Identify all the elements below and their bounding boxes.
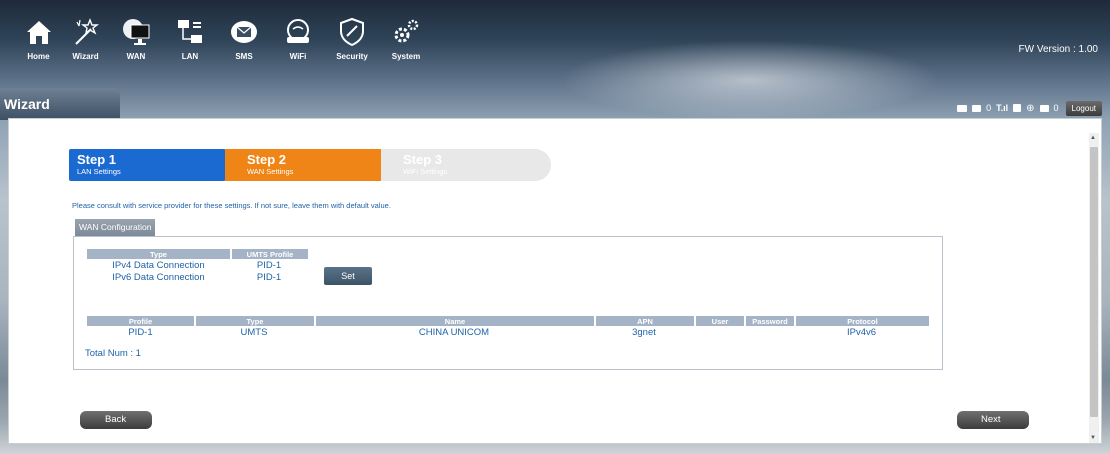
nav-wifi-label: WiFi [289, 52, 307, 61]
nav-lan[interactable]: LAN [164, 14, 216, 64]
table-row[interactable]: PID-1 UMTS CHINA UNICOM 3gnet IPv4v6 [87, 326, 929, 338]
nav-system-label: System [391, 52, 421, 61]
wan-config-label: WAN Configuration [75, 219, 156, 237]
nav-system[interactable]: System [380, 14, 432, 64]
nav-wizard[interactable]: Wizard [63, 14, 108, 64]
network-icon [174, 16, 206, 48]
top-nav: Home Wizard WAN LAN SMS WiFi Security Sy… [16, 14, 432, 66]
table-cell: CHINA UNICOM [418, 326, 490, 338]
nav-security-label: Security [336, 52, 368, 61]
fw-version: FW Version : 1.00 [1018, 44, 1098, 55]
step-1[interactable]: Step 1 LAN Settings [69, 149, 239, 181]
table-cell: IPv4 Data Connection [112, 259, 205, 271]
scroll-down-icon[interactable]: ▼ [1090, 435, 1096, 441]
message-icon [1039, 104, 1049, 112]
table-header: Type [87, 249, 230, 259]
sms-status-icon [972, 104, 982, 112]
nav-sms[interactable]: SMS [218, 14, 270, 64]
step-3[interactable]: Step 3 WiFi Settings [381, 149, 551, 181]
scrollbar[interactable]: ▲ ▼ [1089, 133, 1099, 443]
table-row: IPv6 Data Connection PID-1 [87, 271, 308, 283]
back-button[interactable]: Back [80, 411, 152, 429]
network-mode-icon [1013, 104, 1022, 112]
table-row: IPv4 Data Connection PID-1 [87, 259, 308, 271]
nav-home-label: Home [27, 52, 50, 61]
profile-map-table: Type UMTS Profile IPv4 Data Connection P… [87, 249, 308, 283]
scrollbar-thumb[interactable] [1090, 147, 1098, 417]
table-header: Name [314, 316, 594, 326]
table-cell: IPv4v6 [846, 326, 877, 338]
background-glow [560, 40, 940, 120]
table-cell: PID-1 [256, 259, 282, 271]
step-1-title: Step 1 [77, 152, 117, 167]
status-bar: 0 T.ıl ⊕ 0 Logout [957, 100, 1102, 116]
globe-icon: ⊕ [1026, 102, 1035, 114]
nav-home[interactable]: Home [16, 14, 61, 64]
table-header: APN [594, 316, 694, 326]
step-2[interactable]: Step 2 WAN Settings [225, 149, 395, 181]
table-cell: PID-1 [128, 326, 153, 338]
home-icon [23, 16, 55, 48]
hint-text: Please consult with service provider for… [72, 201, 391, 210]
table-cell: PID-1 [256, 271, 282, 283]
step-1-desc: LAN Settings [77, 167, 121, 176]
step-3-title: Step 3 [403, 152, 443, 167]
gears-icon [390, 16, 422, 48]
step-2-title: Step 2 [247, 152, 287, 167]
nav-wizard-label: Wizard [72, 52, 99, 61]
nav-wan[interactable]: WAN [110, 14, 162, 64]
wizard-steps: Step 1 LAN Settings Step 2 WAN Settings … [69, 149, 551, 181]
table-header: Protocol [794, 316, 929, 326]
table-cell: IPv6 Data Connection [112, 271, 205, 283]
table-header: UMTS Profile [230, 249, 308, 259]
set-button[interactable]: Set [324, 267, 372, 285]
table-header: Password [744, 316, 794, 326]
nav-security[interactable]: Security [326, 14, 378, 64]
envelope-icon [228, 16, 260, 48]
table-header: User [694, 316, 744, 326]
table-header: Profile [87, 316, 194, 326]
shield-icon [336, 16, 368, 48]
scroll-up-icon[interactable]: ▲ [1090, 135, 1096, 141]
nav-sms-label: SMS [235, 52, 253, 61]
page-title: Wizard [0, 88, 120, 120]
sim-icon [957, 104, 968, 112]
wand-icon [70, 16, 102, 48]
logout-button[interactable]: Logout [1065, 100, 1102, 116]
sms-count: 0 [986, 103, 992, 113]
wizard-panel: Step 1 LAN Settings Step 2 WAN Settings … [8, 118, 1102, 444]
table-cell [694, 326, 744, 338]
total-count: Total Num : 1 [85, 348, 141, 359]
router-icon [282, 16, 314, 48]
nav-wan-label: WAN [126, 52, 146, 61]
nav-wifi[interactable]: WiFi [272, 14, 324, 64]
step-2-desc: WAN Settings [247, 167, 294, 176]
step-3-desc: WiFi Settings [403, 167, 448, 176]
profiles-table: Profile Type Name APN User Password Prot… [87, 316, 929, 338]
next-button[interactable]: Next [957, 411, 1029, 429]
wan-config-box: Type UMTS Profile IPv4 Data Connection P… [73, 236, 943, 370]
table-cell: UMTS [240, 326, 268, 338]
message-count: 0 [1053, 103, 1059, 113]
table-cell [744, 326, 794, 338]
nav-lan-label: LAN [181, 52, 199, 61]
globe-monitor-icon [120, 16, 152, 48]
signal-icon: T.ıl [996, 103, 1009, 113]
table-cell: 3gnet [632, 326, 656, 338]
table-header: Type [194, 316, 314, 326]
